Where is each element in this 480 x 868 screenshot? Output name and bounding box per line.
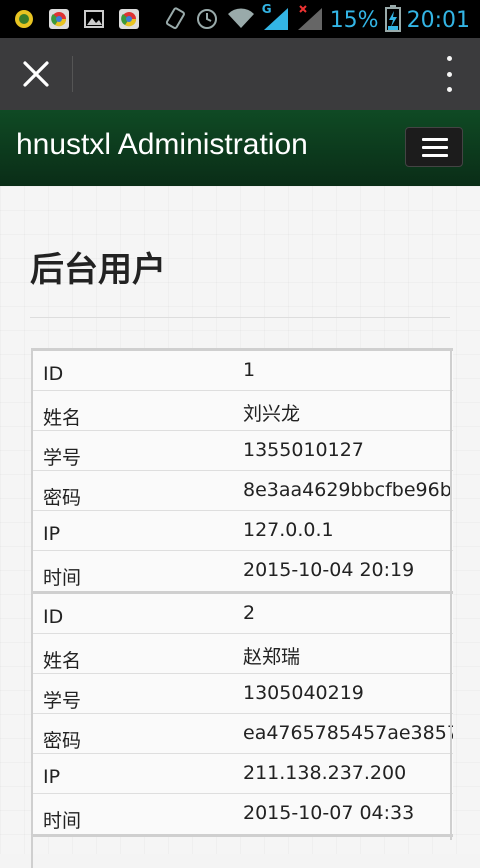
field-value: 8e3aa4629bbcfbe96b142 [243, 479, 453, 501]
network-type-label: G [261, 2, 272, 16]
battery-percent: 15% [329, 7, 379, 33]
browser-toolbar [0, 38, 480, 110]
alarm-icon [194, 4, 220, 36]
field-label: 时间 [43, 810, 82, 832]
field-label: IP [43, 766, 61, 788]
field-value: 2015-10-07 04:33 [243, 802, 415, 824]
table-row: 姓名 赵郑瑞 [33, 634, 453, 674]
app-icon [12, 7, 36, 31]
field-label: 姓名 [43, 650, 82, 672]
table-row: 学号 1305040219 [33, 674, 453, 714]
toolbar-divider [72, 56, 73, 92]
brand-link[interactable]: hnustxl Administration [16, 128, 308, 162]
battery-charging-icon [384, 4, 401, 36]
user-record: ID 1 姓名 刘兴龙 学号 1355010127 密码 8e3aa4629bb… [33, 348, 453, 591]
close-icon [23, 61, 49, 87]
notification-icons [12, 7, 141, 31]
wifi-icon [226, 4, 256, 36]
table-row: 姓名 刘兴龙 [33, 391, 453, 431]
table-row: 学号 1355010127 [33, 431, 453, 471]
overflow-menu-icon[interactable] [444, 56, 454, 92]
table-row: 时间 2015-10-04 20:19 [33, 551, 453, 591]
field-label: 学号 [43, 447, 82, 469]
table-row: 密码 ea4765785457ae38577bc [33, 714, 453, 754]
table-row: ID 2 [33, 594, 453, 634]
field-value: 2 [243, 602, 256, 624]
system-indicators: G 15% 20:01 [162, 2, 470, 36]
field-label: ID [43, 363, 64, 385]
field-label: 姓名 [43, 407, 82, 429]
field-value: 211.138.237.200 [243, 762, 407, 784]
signal-icon: G [261, 2, 290, 36]
field-value: 2015-10-04 20:19 [243, 559, 415, 581]
table-row: 时间 2015-10-07 04:33 [33, 794, 453, 834]
status-bar: G 15% 20:01 [0, 0, 480, 38]
field-value: 赵郑瑞 [243, 646, 301, 668]
table-row: ID 1 [33, 351, 453, 391]
signal-icon [296, 4, 324, 36]
field-label: 学号 [43, 690, 82, 712]
user-record [33, 834, 453, 837]
field-label: ID [43, 606, 64, 628]
table-row: IP 127.0.0.1 [33, 511, 453, 551]
chrome-icon [117, 7, 141, 31]
field-value: 1305040219 [243, 682, 364, 704]
vibrate-icon [162, 4, 188, 36]
field-label: 时间 [43, 567, 82, 589]
field-label: 密码 [43, 730, 82, 752]
chrome-icon [47, 7, 71, 31]
table-row: 密码 8e3aa4629bbcfbe96b142 [33, 471, 453, 511]
field-value: 1 [243, 359, 256, 381]
main-content: 后台用户 ID 1 姓名 刘兴龙 学号 1355010127 密码 8e3aa4… [0, 186, 480, 868]
user-record: ID 2 姓名 赵郑瑞 学号 1305040219 密码 ea476578545… [33, 591, 453, 834]
table-row: IP 211.138.237.200 [33, 754, 453, 794]
field-label: IP [43, 523, 61, 545]
clock: 20:01 [406, 7, 470, 33]
field-value: ea4765785457ae38577bc [243, 722, 453, 744]
title-divider [30, 317, 450, 318]
field-label: 密码 [43, 487, 82, 509]
page-title: 后台用户 [30, 250, 166, 290]
table-right-border [450, 348, 452, 840]
field-value: 127.0.0.1 [243, 519, 334, 541]
field-value: 1355010127 [243, 439, 364, 461]
image-icon [82, 7, 106, 31]
close-button[interactable] [14, 52, 58, 96]
field-value: 刘兴龙 [243, 403, 301, 425]
hamburger-menu-icon[interactable] [405, 127, 463, 167]
admin-users-table: ID 1 姓名 刘兴龙 学号 1355010127 密码 8e3aa4629bb… [31, 348, 453, 868]
